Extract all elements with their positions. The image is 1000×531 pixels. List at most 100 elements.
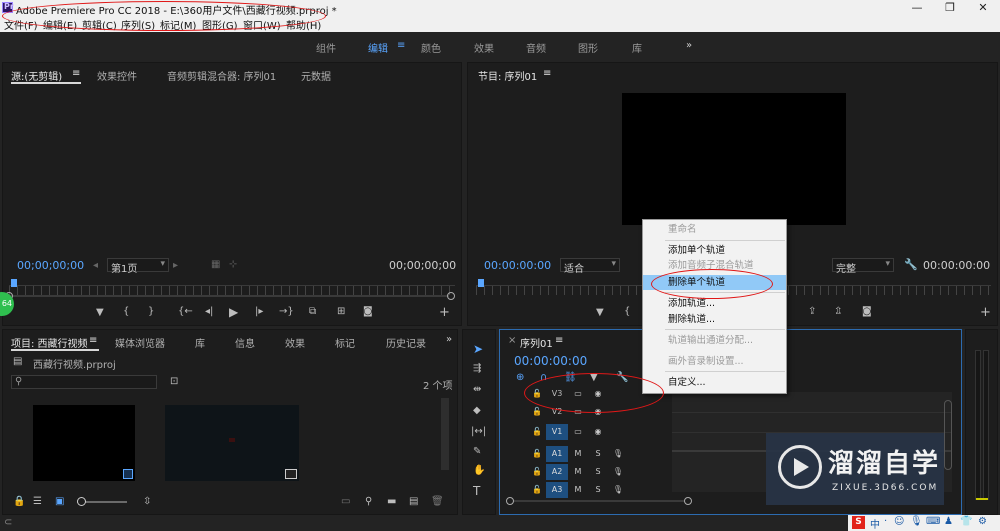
export-frame-camera-icon[interactable]: ◙ (363, 306, 373, 317)
source-timecode-current[interactable]: 00;00;00;00 (17, 259, 84, 272)
project-scrollbar[interactable] (441, 398, 449, 470)
source-zoom-bar[interactable] (9, 295, 449, 297)
tab-sequence[interactable]: 序列01 (520, 335, 553, 350)
toolbox-icon[interactable]: ♟ (944, 516, 953, 527)
keyboard-icon[interactable]: ⌨ (926, 516, 940, 527)
mark-in-icon[interactable]: { (123, 306, 129, 317)
mark-out-icon[interactable]: } (148, 306, 154, 317)
zoom-handle-left[interactable] (506, 497, 514, 505)
icon-view-icon[interactable]: ▣ (55, 496, 64, 507)
type-tool-icon[interactable]: T (473, 484, 480, 498)
ctx-add-single-track[interactable]: 添加单个轨道 (643, 243, 786, 258)
punctuation-icon[interactable]: · (884, 516, 887, 527)
list-view-icon[interactable]: ☰ (33, 496, 42, 507)
ctx-delete-tracks[interactable]: 删除轨道... (643, 312, 786, 327)
track-name-a3[interactable]: A3 (546, 482, 568, 498)
zoom-handle-right[interactable] (447, 292, 455, 300)
ctx-rename[interactable]: 重命名 (643, 222, 786, 237)
ripple-edit-tool-icon[interactable]: ⇹ (473, 384, 481, 395)
selection-tool-icon[interactable]: ➤ (473, 342, 483, 356)
timeline-menu-icon[interactable]: ≡ (555, 335, 563, 346)
workspace-tab-color[interactable]: 颜色 (421, 40, 441, 55)
wrench-icon[interactable]: 🔧 (904, 258, 918, 271)
program-timecode-current[interactable]: 00:00:00:00 (484, 259, 551, 272)
track-toggle-a2-1[interactable]: S (590, 464, 606, 480)
workspace-menu-icon[interactable]: ≡ (397, 40, 405, 51)
ctx-voiceover-settings[interactable]: 画外音录制设置... (643, 354, 786, 369)
tab-source[interactable]: 源:(无剪辑) (11, 68, 62, 83)
slider-handle[interactable] (77, 497, 86, 506)
workspace-tab-libraries[interactable]: 库 (632, 40, 642, 55)
timeline-timecode[interactable]: 00:00:00:00 (514, 354, 587, 368)
new-bin-from-search-icon[interactable]: ⊡ (170, 376, 178, 387)
new-item-icon[interactable]: ▤ (409, 496, 418, 507)
microphone-icon[interactable]: 🎙 (910, 516, 923, 527)
workspace-tab-graphics[interactable]: 图形 (578, 40, 598, 55)
tab-program[interactable]: 节目: 序列01 (478, 68, 537, 83)
timeline-vertical-scrollbar[interactable] (944, 400, 952, 470)
track-toggle-a2-0[interactable]: M (570, 464, 586, 480)
mark-in-icon[interactable]: { (624, 306, 630, 317)
track-lock-icon[interactable]: 🔓 (530, 446, 544, 462)
track-toggle-a1-0[interactable]: M (570, 446, 586, 462)
page-select[interactable]: 第1页 ▾ (107, 258, 169, 275)
razor-tool-icon[interactable]: ◆ (473, 405, 481, 416)
close-button[interactable]: ✕ (968, 0, 998, 16)
program-playhead[interactable] (478, 279, 484, 287)
automate-to-sequence-icon[interactable]: ▭ (341, 496, 350, 507)
panel-more-icon[interactable]: » (446, 334, 452, 345)
track-toggle-v1-1[interactable]: ◉ (590, 424, 606, 440)
zoom-handle-right[interactable] (684, 497, 692, 505)
clip-thumbnail-video[interactable] (165, 405, 299, 481)
slip-tool-icon[interactable]: |↔| (471, 426, 486, 437)
tab-metadata[interactable]: 元数据 (301, 68, 331, 83)
nest-icon[interactable]: ⊕ (516, 372, 524, 383)
find-icon[interactable]: ⚲ (365, 496, 372, 507)
track-lock-icon[interactable]: 🔓 (530, 424, 544, 440)
track-name-a2[interactable]: A2 (546, 464, 568, 480)
quality-select[interactable]: 完整 ▾ (832, 258, 894, 275)
chinese-mode-indicator[interactable]: 中 (870, 516, 880, 531)
go-to-out-icon[interactable]: →} (279, 306, 294, 317)
clip-thumbnail-sequence[interactable] (33, 405, 135, 481)
track-toggle-a3-2[interactable]: 🎙 (610, 482, 626, 498)
track-toggle-a1-2[interactable]: 🎙 (610, 446, 626, 462)
project-search-input[interactable]: ⚲ (11, 375, 157, 389)
track-lock-icon[interactable]: 🔓 (530, 464, 544, 480)
close-tab-icon[interactable]: × (508, 335, 516, 346)
emoji-icon[interactable]: ☺ (894, 516, 904, 527)
sogou-input-icon[interactable]: S (852, 516, 865, 529)
timeline-zoom-bar[interactable] (506, 500, 686, 502)
workspace-tab-effects[interactable]: 效果 (474, 40, 494, 55)
workspace-more-icon[interactable]: » (686, 40, 692, 51)
skin-icon[interactable]: 👕 (960, 516, 972, 527)
tab-info[interactable]: 信息 (235, 335, 255, 350)
insert-icon[interactable]: ⧉ (309, 306, 316, 317)
track-select-tool-icon[interactable]: ⇶ (473, 363, 481, 374)
ctx-customize[interactable]: 自定义... (643, 375, 786, 390)
workspace-tab-assembly[interactable]: 组件 (316, 40, 336, 55)
pen-tool-icon[interactable]: ✎ (473, 446, 481, 457)
track-toggle-a1-1[interactable]: S (590, 446, 606, 462)
tab-media-browser[interactable]: 媒体浏览器 (115, 335, 165, 350)
track-name-v1[interactable]: V1 (546, 424, 568, 440)
trash-icon[interactable]: 🗑 (431, 496, 444, 507)
settings-gear-icon[interactable]: ⚙ (978, 516, 987, 527)
minimize-button[interactable]: — (902, 0, 932, 16)
workspace-tab-audio[interactable]: 音频 (526, 40, 546, 55)
hand-tool-icon[interactable]: ✋ (473, 465, 485, 476)
track-toggle-v1-0[interactable]: ▭ (570, 424, 586, 440)
go-to-in-icon[interactable]: {← (178, 306, 193, 317)
track-header-v1[interactable]: 🔓 V1 ▭ ◉ (530, 424, 670, 442)
source-time-ruler[interactable] (9, 285, 455, 295)
add-marker-icon[interactable]: ▼ (596, 307, 604, 318)
extract-icon[interactable]: ⇫ (834, 306, 842, 317)
ctx-track-output-channel[interactable]: 轨道输出通道分配... (643, 333, 786, 348)
fit-select[interactable]: 适合 ▾ (560, 258, 620, 275)
tab-project[interactable]: 项目: 西藏行视频 (11, 335, 88, 350)
tab-effects[interactable]: 效果 (285, 335, 305, 350)
workspace-tab-editing[interactable]: 编辑 (368, 40, 388, 55)
track-header-a2[interactable]: 🔓 A2 M S 🎙 (530, 464, 670, 482)
add-button-icon[interactable]: + (439, 305, 450, 320)
tab-effect-controls[interactable]: 效果控件 (97, 68, 137, 83)
